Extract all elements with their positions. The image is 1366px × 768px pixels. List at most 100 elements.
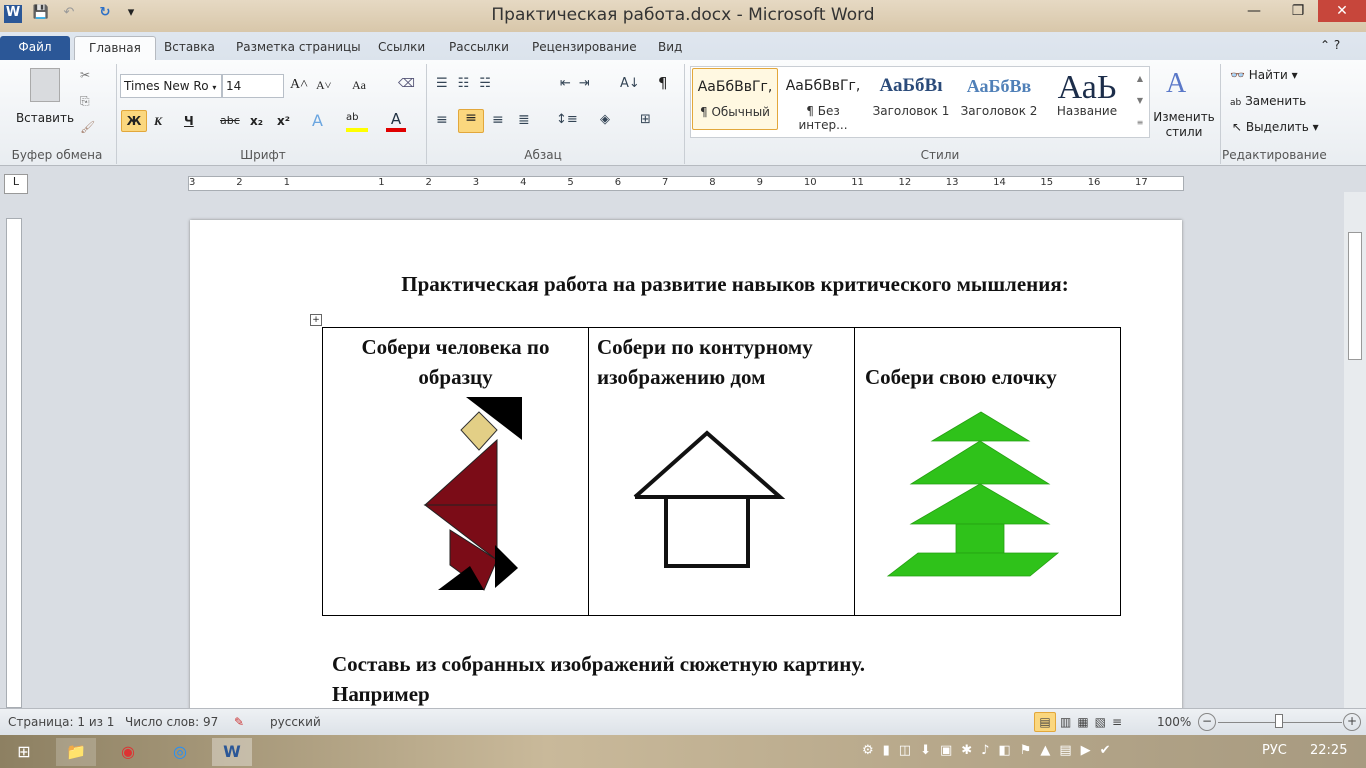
page-count[interactable]: Страница: 1 из 1 bbox=[8, 709, 114, 735]
tab-stop-selector[interactable]: L bbox=[4, 174, 28, 194]
sort-icon[interactable]: A↓ bbox=[620, 76, 640, 91]
text-effects-icon[interactable]: A bbox=[312, 111, 323, 133]
ruler-tick-label: 3 bbox=[472, 177, 480, 188]
vertical-ruler[interactable] bbox=[6, 218, 22, 708]
replace-icon: ab bbox=[1230, 98, 1242, 108]
house-outline-figure[interactable] bbox=[633, 430, 786, 568]
show-marks-button[interactable]: ¶ bbox=[658, 74, 668, 92]
view-buttons[interactable]: ▥▦▧≡ bbox=[1060, 709, 1128, 735]
indent-buttons[interactable]: ⇤⇥ bbox=[560, 76, 598, 91]
vertical-scrollbar[interactable] bbox=[1344, 192, 1366, 708]
language[interactable]: русский bbox=[270, 709, 321, 735]
window-title: Практическая работа.docx - Microsoft Wor… bbox=[491, 5, 875, 25]
borders-icon[interactable]: ⊞ bbox=[640, 112, 651, 127]
change-styles-icon[interactable]: A bbox=[1166, 68, 1186, 100]
tab-review[interactable]: Рецензирование bbox=[518, 36, 651, 60]
font-size-value: 14 bbox=[226, 79, 242, 93]
gallery-scroll[interactable]: ▲ ▼ ≡ bbox=[1132, 68, 1148, 134]
superscript-button[interactable]: x² bbox=[277, 111, 290, 133]
tree-figure[interactable] bbox=[886, 411, 1060, 577]
italic-button[interactable]: К bbox=[154, 111, 162, 133]
style-heading-1[interactable]: АаБбВı Заголовок 1 bbox=[868, 68, 954, 130]
select-button[interactable]: ↖ Выделить ▾ bbox=[1232, 120, 1319, 134]
close-button[interactable]: ✕ bbox=[1318, 0, 1366, 22]
divider bbox=[684, 64, 685, 164]
print-layout-icon[interactable]: ▤ bbox=[1034, 712, 1056, 732]
font-size-combo[interactable]: 14 bbox=[222, 74, 284, 98]
cut-icon[interactable]: ✂ bbox=[80, 68, 90, 82]
change-styles-button[interactable]: Изменить стили bbox=[1152, 110, 1216, 140]
style-preview: АаБбВв bbox=[966, 76, 1032, 96]
ruler-tick-label: 16 bbox=[1087, 177, 1101, 188]
zoom-level[interactable]: 100% bbox=[1157, 709, 1191, 735]
strikethrough-button[interactable]: abc bbox=[220, 111, 240, 133]
word-taskbar-icon[interactable]: W bbox=[212, 738, 252, 766]
tangram-person-figure[interactable] bbox=[423, 397, 522, 591]
maximize-button[interactable]: ❐ bbox=[1276, 0, 1320, 22]
subscript-button[interactable]: x₂ bbox=[250, 111, 263, 133]
cursor-icon: ↖ bbox=[1232, 120, 1243, 134]
find-button[interactable]: 👓 Найти ▾ bbox=[1230, 68, 1298, 82]
align-center-icon[interactable]: ≡ bbox=[458, 109, 484, 133]
shrink-font-button[interactable]: A˅ bbox=[316, 75, 331, 97]
select-label: Выделить bbox=[1245, 120, 1309, 134]
replace-button[interactable]: ab Заменить bbox=[1230, 94, 1306, 108]
style-heading-2[interactable]: АаБбВв Заголовок 2 bbox=[956, 68, 1042, 130]
horizontal-ruler[interactable]: 3 2 1 1 2 3 4 5 6 7 8 9 10 11 12 13 14 15 16 17 bbox=[188, 176, 1184, 191]
status-bar: Страница: 1 из 1 Число слов: 97 ✎ русски… bbox=[0, 708, 1366, 735]
tab-home[interactable]: Главная bbox=[74, 36, 156, 60]
word-count[interactable]: Число слов: 97 bbox=[125, 709, 218, 735]
help-icon[interactable]: ⌃ ? bbox=[1320, 38, 1340, 52]
zoom-in-button[interactable]: + bbox=[1343, 713, 1361, 731]
zoom-out-button[interactable]: − bbox=[1198, 713, 1216, 731]
explorer-icon[interactable]: 📁 bbox=[56, 738, 96, 766]
tab-page-layout[interactable]: Разметка страницы bbox=[222, 36, 375, 60]
tree-middle bbox=[909, 440, 1051, 485]
paragraph-1: Составь из собранных изображений сюжетну… bbox=[332, 652, 865, 676]
foot-right bbox=[495, 545, 518, 588]
proofing-icon[interactable]: ✎ bbox=[234, 709, 244, 735]
highlight-icon[interactable]: ab bbox=[346, 112, 368, 132]
bold-button[interactable]: Ж bbox=[121, 110, 147, 132]
style-no-spacing[interactable]: АаБбВвГг, ¶ Без интер... bbox=[780, 68, 866, 132]
start-button[interactable]: ⊞ bbox=[4, 738, 44, 766]
ruler-tick-label: 2 bbox=[236, 177, 243, 188]
browser-icon[interactable]: ◎ bbox=[160, 738, 200, 766]
zoom-slider-thumb[interactable] bbox=[1275, 714, 1283, 728]
paste-button[interactable]: Вставить bbox=[12, 108, 78, 130]
underline-button[interactable]: Ч bbox=[184, 111, 194, 133]
input-language[interactable]: РУС bbox=[1262, 743, 1287, 758]
copy-icon[interactable]: ⎘ bbox=[80, 94, 90, 109]
align-left-icon[interactable]: ≡ bbox=[436, 112, 448, 128]
tab-view[interactable]: Вид bbox=[644, 36, 696, 60]
group-label-editing: Редактирование bbox=[1222, 148, 1327, 162]
align-right-icon[interactable]: ≡ bbox=[492, 112, 504, 128]
tab-references[interactable]: Ссылки bbox=[364, 36, 439, 60]
tree-lower bbox=[909, 483, 1051, 525]
document-page[interactable]: Практическая работа на развитие навыков … bbox=[190, 220, 1182, 720]
divider bbox=[1220, 64, 1221, 164]
chrome-icon[interactable]: ◉ bbox=[108, 738, 148, 766]
tab-mailings[interactable]: Рассылки bbox=[435, 36, 523, 60]
clear-formatting-icon[interactable]: ⌫ bbox=[398, 76, 415, 90]
tab-file[interactable]: Файл bbox=[0, 36, 70, 60]
tab-insert[interactable]: Вставка bbox=[150, 36, 229, 60]
tray-icons[interactable]: ⚙▮◫⬇▣✱♪◧⚑▲▤▶✔ bbox=[862, 743, 1120, 758]
minimize-button[interactable]: — bbox=[1232, 0, 1276, 22]
justify-icon[interactable]: ≣ bbox=[518, 112, 530, 128]
style-title[interactable]: АаЬ Название bbox=[1044, 68, 1130, 130]
line-spacing-icon[interactable]: ↕≡ bbox=[556, 112, 578, 127]
font-color-icon[interactable]: A bbox=[386, 110, 406, 132]
change-case-button[interactable]: Aa bbox=[352, 75, 366, 97]
format-painter-icon[interactable]: 🖌 bbox=[80, 120, 95, 134]
grow-font-button[interactable]: A˄ bbox=[290, 75, 308, 97]
clock[interactable]: 22:25 bbox=[1310, 743, 1347, 758]
font-name-combo[interactable]: Times New Ro ▾ bbox=[120, 74, 222, 98]
list-buttons[interactable]: ☰☷☵ bbox=[436, 76, 501, 91]
style-normal[interactable]: АаБбВвГг, ¶ Обычный bbox=[692, 68, 778, 130]
shading-icon[interactable]: ◈ bbox=[600, 112, 610, 127]
ruler-tick-label: 5 bbox=[567, 177, 574, 188]
scroll-thumb[interactable] bbox=[1348, 232, 1362, 360]
paste-icon[interactable] bbox=[30, 68, 60, 102]
group-label-paragraph: Абзац bbox=[524, 148, 562, 162]
